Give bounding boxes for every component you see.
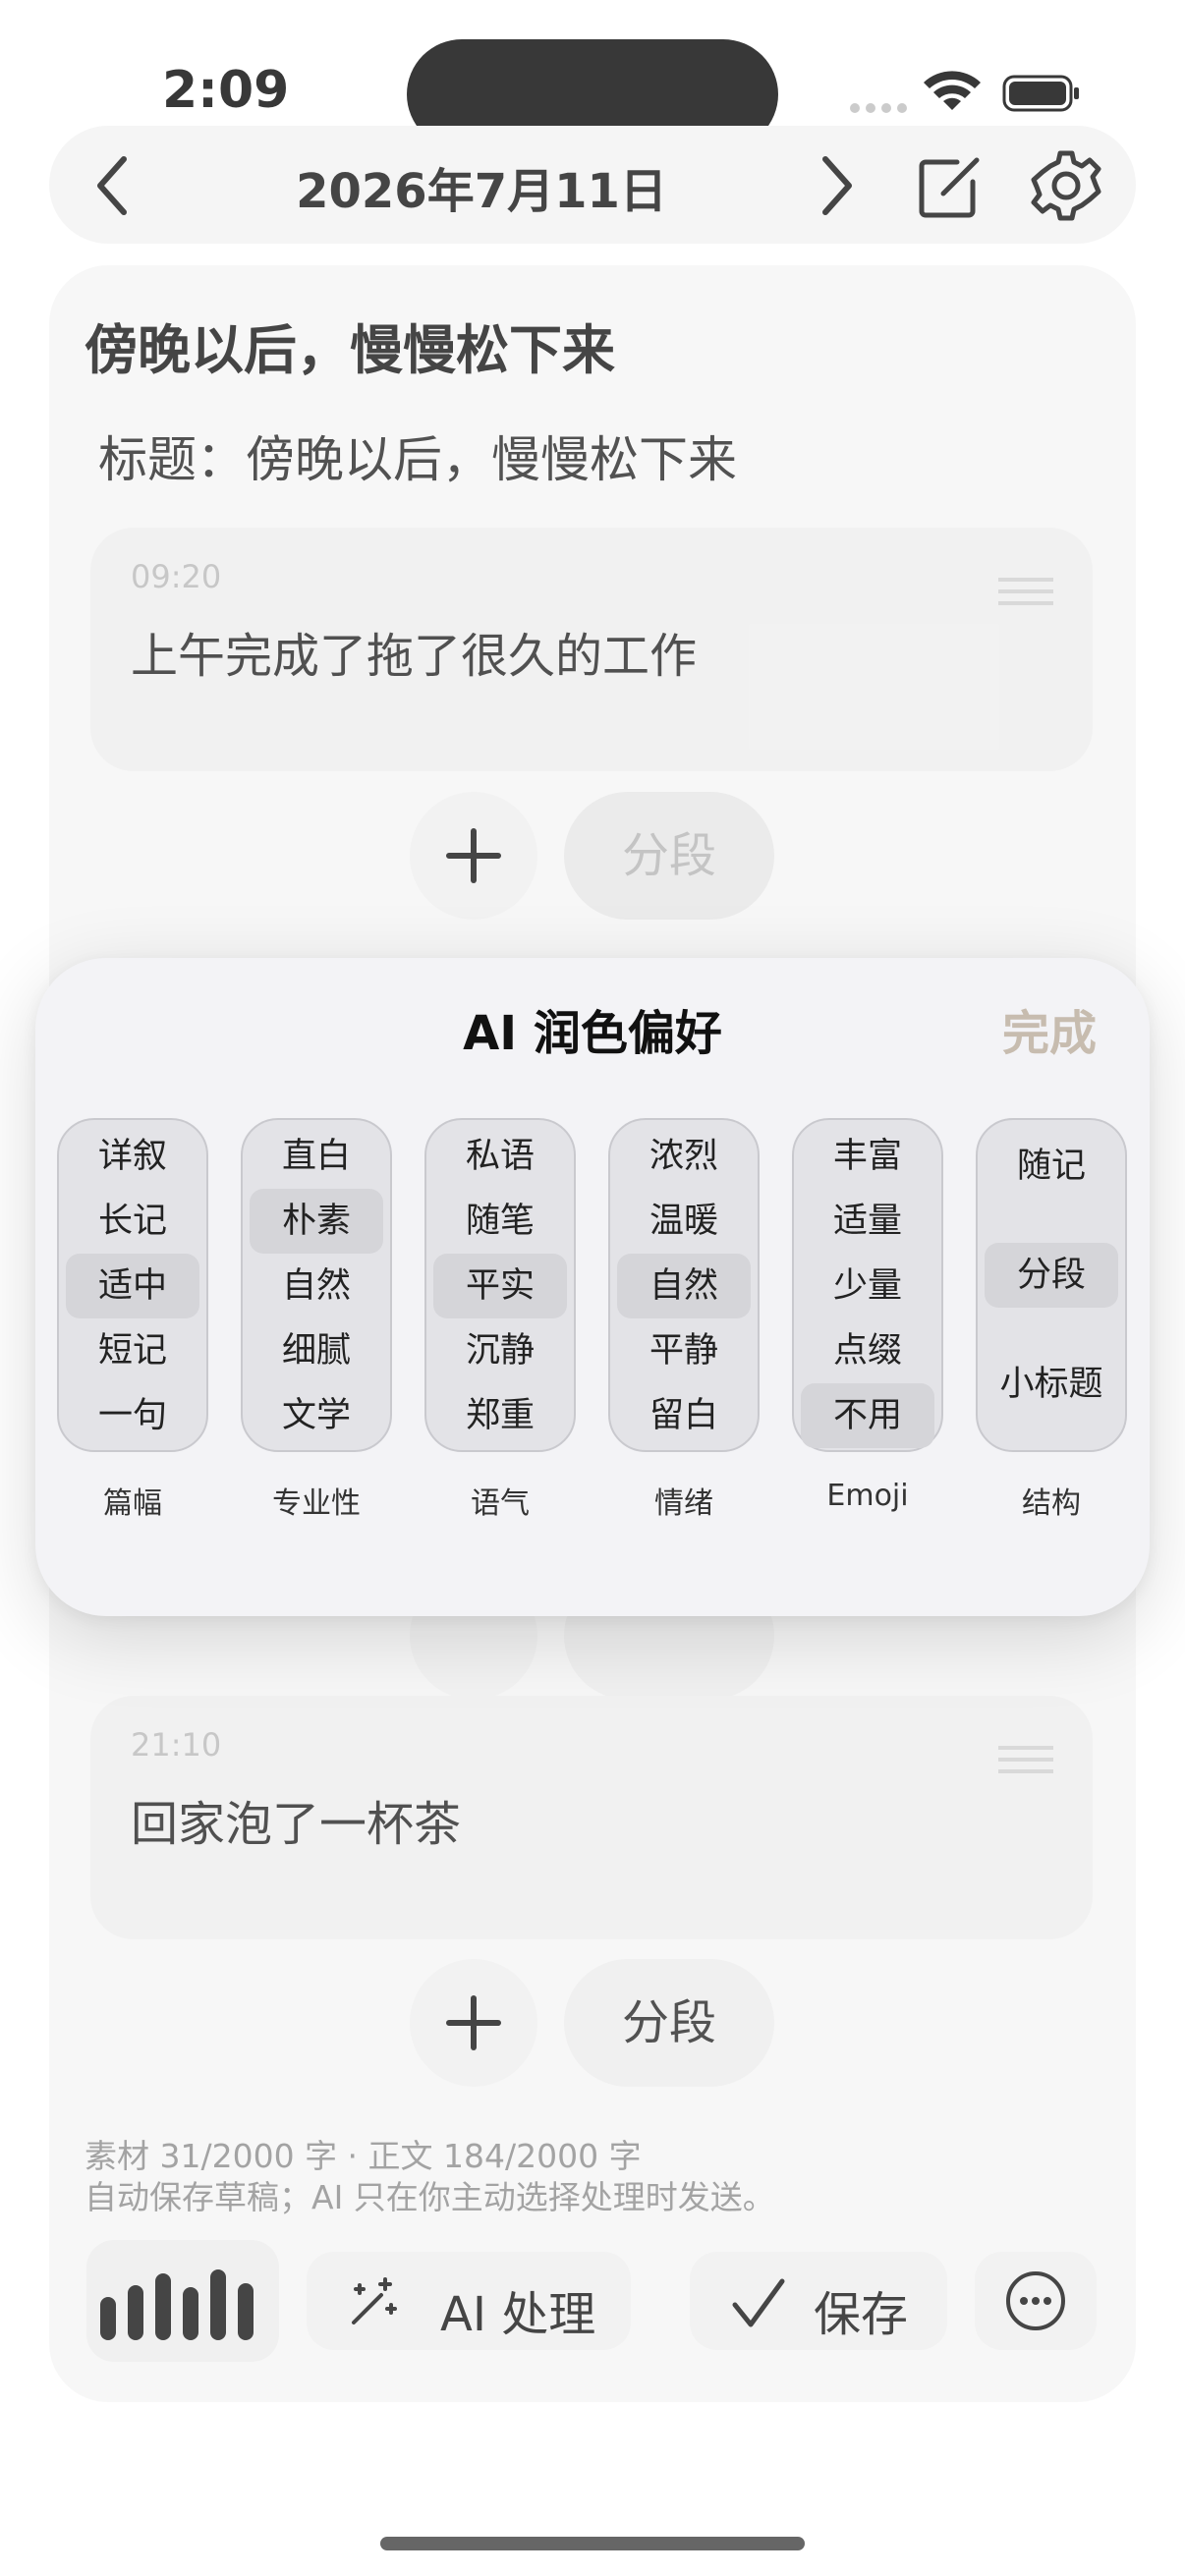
signal-icon	[850, 103, 907, 113]
preference-option[interactable]: 随记	[978, 1134, 1125, 1199]
drag-handle-icon[interactable]	[996, 576, 1055, 607]
voice-record-button[interactable]	[86, 2240, 279, 2362]
preference-column[interactable]: 随记 分段 小标题	[976, 1118, 1127, 1452]
plus-icon	[446, 1995, 501, 2050]
preference-option[interactable]: 长记	[59, 1189, 206, 1254]
preference-column-label: 情绪	[654, 1486, 713, 1521]
previous-day-button[interactable]	[88, 153, 138, 218]
ellipsis-circle-icon	[1006, 2271, 1065, 2330]
chevron-right-icon	[822, 156, 852, 215]
preference-option[interactable]: 不用	[801, 1383, 934, 1448]
wifi-icon	[924, 71, 981, 110]
done-button[interactable]: 完成	[1002, 994, 1097, 1063]
magic-wand-icon	[352, 2277, 397, 2324]
preference-option[interactable]: 分段	[985, 1243, 1118, 1308]
entry-time: 21:10	[131, 1726, 222, 1764]
preference-option[interactable]: 直白	[243, 1124, 390, 1189]
preference-column[interactable]: 直白 朴素 自然 细腻 文学	[241, 1118, 392, 1452]
status-icons	[847, 67, 1083, 116]
gear-icon	[1031, 150, 1101, 221]
preference-option[interactable]: 浓烈	[610, 1124, 758, 1189]
save-label: 保存	[814, 2287, 909, 2342]
preference-option[interactable]: 适量	[794, 1189, 941, 1254]
preference-column[interactable]: 丰富 适量 少量 点缀 不用	[792, 1118, 943, 1452]
current-date[interactable]: 2026年7月11日	[285, 152, 678, 221]
preference-option[interactable]: 私语	[426, 1124, 574, 1189]
add-entry-button[interactable]	[410, 1959, 537, 2087]
add-entry-button[interactable]	[410, 792, 537, 920]
segment-button[interactable]: 分段	[564, 792, 774, 920]
battery-icon	[1002, 75, 1079, 112]
preference-column[interactable]: 私语 随笔 平实 沉静 郑重	[424, 1118, 576, 1452]
preference-option[interactable]: 沉静	[426, 1318, 574, 1383]
preference-option[interactable]: 少量	[794, 1254, 941, 1318]
more-button[interactable]	[975, 2252, 1097, 2350]
entry-time: 09:20	[131, 558, 222, 595]
preference-option[interactable]: 平实	[433, 1254, 567, 1318]
preference-option[interactable]: 朴素	[250, 1189, 383, 1254]
preference-option[interactable]: 郑重	[426, 1383, 574, 1448]
drag-handle-icon[interactable]	[996, 1744, 1055, 1775]
preference-column-label: 专业性	[272, 1486, 361, 1521]
compose-icon	[919, 157, 980, 218]
preference-option[interactable]: 小标题	[978, 1352, 1125, 1417]
preference-column-label: 结构	[1022, 1486, 1081, 1521]
preference-column[interactable]: 详叙 长记 适中 短记 一句	[57, 1118, 208, 1452]
preference-option[interactable]: 细腻	[243, 1318, 390, 1383]
journal-heading: 傍晚以后，慢慢松下来	[85, 319, 615, 381]
entry-text[interactable]: 回家泡了一杯茶	[131, 1785, 461, 1854]
next-day-button[interactable]	[812, 153, 861, 218]
status-time: 2:09	[162, 61, 290, 120]
preference-option[interactable]: 随笔	[426, 1189, 574, 1254]
plus-icon	[446, 828, 501, 883]
preference-column-label: 语气	[471, 1486, 530, 1521]
checkmark-icon	[732, 2278, 785, 2327]
ai-process-label: AI 处理	[440, 2287, 596, 2342]
entry-text[interactable]: 上午完成了拖了很久的工作	[131, 617, 697, 686]
preference-option[interactable]: 详叙	[59, 1124, 206, 1189]
preference-option[interactable]: 自然	[243, 1254, 390, 1318]
title-field[interactable]: 标题：傍晚以后，慢慢松下来	[98, 420, 737, 491]
ai-process-button[interactable]: AI 处理	[307, 2252, 631, 2350]
preference-option[interactable]: 平静	[610, 1318, 758, 1383]
preference-column[interactable]: 浓烈 温暖 自然 平静 留白	[608, 1118, 760, 1452]
home-indicator	[380, 2537, 805, 2550]
preference-option[interactable]: 留白	[610, 1383, 758, 1448]
word-count: 素材 31/2000 字 · 正文 184/2000 字	[85, 2137, 642, 2175]
preference-column-label: 篇幅	[103, 1486, 162, 1521]
chevron-left-icon	[97, 156, 127, 215]
preference-option[interactable]: 温暖	[610, 1189, 758, 1254]
waveform-icon	[100, 2269, 254, 2340]
preference-option[interactable]: 丰富	[794, 1124, 941, 1189]
preference-option[interactable]: 一句	[59, 1383, 206, 1448]
preference-option[interactable]: 文学	[243, 1383, 390, 1448]
preference-column-label: Emoji	[826, 1479, 909, 1513]
segment-button[interactable]: 分段	[564, 1959, 774, 2087]
preference-option[interactable]: 适中	[66, 1254, 199, 1318]
compose-button[interactable]	[914, 152, 985, 223]
preference-option[interactable]: 自然	[617, 1254, 751, 1318]
preference-option[interactable]: 短记	[59, 1318, 206, 1383]
settings-button[interactable]	[1030, 149, 1102, 222]
autosave-note: 自动保存草稿；AI 只在你主动选择处理时发送。	[85, 2178, 775, 2216]
save-button[interactable]: 保存	[690, 2252, 947, 2350]
preference-option[interactable]: 点缀	[794, 1318, 941, 1383]
